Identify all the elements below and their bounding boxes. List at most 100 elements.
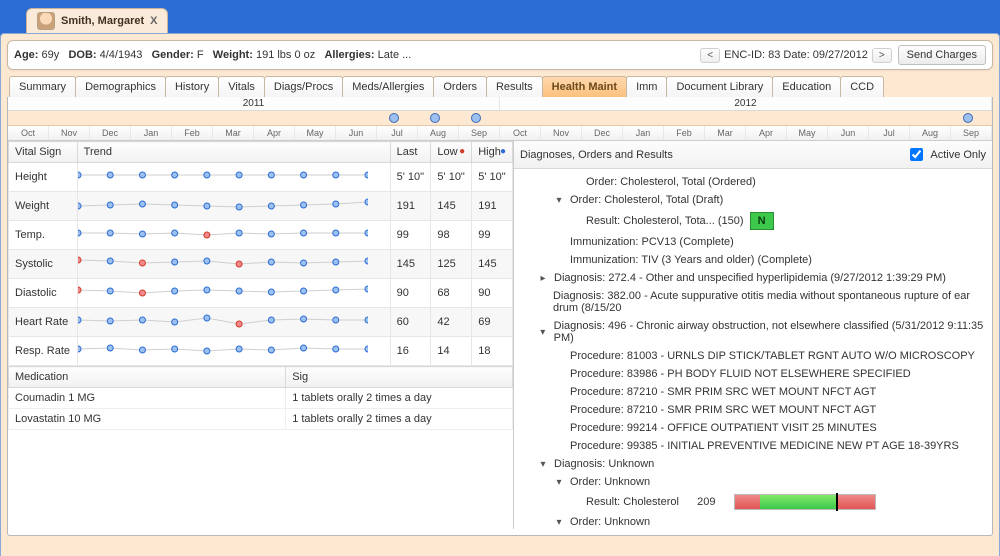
timeline-month[interactable]: Sep (951, 126, 992, 140)
timeline-month[interactable]: Sep (459, 126, 500, 140)
tab-ccd[interactable]: CCD (840, 76, 884, 97)
tab-document-library[interactable]: Document Library (666, 76, 773, 97)
result-gauge (734, 494, 876, 510)
timeline-month[interactable]: Nov (49, 126, 90, 140)
timeline-month[interactable]: May (295, 126, 336, 140)
timeline-month[interactable]: Jan (131, 126, 172, 140)
dor-item[interactable]: ▾Diagnosis: Unknown (520, 455, 990, 473)
timeline-month[interactable]: Jul (869, 126, 910, 140)
sort-icon: ● (459, 146, 465, 157)
dor-item[interactable]: ▸Diagnosis: 272.4 - Other and unspecifie… (520, 269, 990, 287)
timeline-month[interactable]: Apr (746, 126, 787, 140)
send-charges-button[interactable]: Send Charges (898, 45, 986, 65)
encounter-next-button[interactable]: > (872, 48, 892, 63)
meds-col-sig[interactable]: Sig (286, 367, 513, 388)
timeline-month[interactable]: Oct (8, 126, 49, 140)
expand-icon[interactable]: ▾ (554, 477, 564, 488)
vitals-row[interactable]: Height5' 10"5' 10"5' 10" (9, 163, 513, 192)
tab-imm[interactable]: Imm (626, 76, 667, 97)
expand-icon[interactable]: ▾ (538, 327, 548, 338)
vitals-row[interactable]: Diastolic906890 (9, 279, 513, 308)
dor-item[interactable]: ▾Order: Cholesterol, Total (Draft) (520, 191, 990, 209)
timeline-event-dot[interactable] (389, 113, 399, 123)
vitals-col-last[interactable]: Last (390, 142, 431, 163)
dor-item[interactable]: Procedure: 99214 - OFFICE OUTPATIENT VIS… (520, 419, 990, 437)
medication-row[interactable]: Coumadin 1 MG1 tablets orally 2 times a … (9, 388, 513, 409)
vitals-col-sign[interactable]: Vital Sign (9, 142, 78, 163)
meds-col-medication[interactable]: Medication (9, 367, 286, 388)
timeline-month[interactable]: Dec (582, 126, 623, 140)
dor-item[interactable]: ▾Diagnosis: 496 - Chronic airway obstruc… (520, 317, 990, 347)
patient-name: Smith, Margaret (61, 15, 144, 27)
vitals-table: Vital Sign Trend Last Low● High● Height5… (8, 141, 513, 366)
encounter-label: ENC-ID: 83 Date: 09/27/2012 (724, 49, 868, 61)
dor-item[interactable]: Diagnosis: 382.00 - Acute suppurative ot… (520, 287, 990, 317)
vitals-row[interactable]: Temp.999899 (9, 221, 513, 250)
tab-history[interactable]: History (165, 76, 219, 97)
dor-panel-header: Diagnoses, Orders and Results Active Onl… (514, 141, 992, 169)
tab-summary[interactable]: Summary (9, 76, 76, 97)
demographics-bar: Age: 69y DOB: 4/4/1943 Gender: F Weight:… (7, 40, 993, 70)
tab-vitals[interactable]: Vitals (218, 76, 265, 97)
vitals-col-low[interactable]: Low● (431, 142, 472, 163)
vitals-row[interactable]: Weight191145191 (9, 192, 513, 221)
timeline-month[interactable]: Dec (90, 126, 131, 140)
close-tab-icon[interactable]: X (150, 15, 157, 27)
medication-row[interactable]: Lovastatin 10 MG1 tablets orally 2 times… (9, 409, 513, 430)
timeline-event-dot[interactable] (963, 113, 973, 123)
tab-meds-allergies[interactable]: Meds/Allergies (342, 76, 434, 97)
dor-item[interactable]: Procedure: 87210 - SMR PRIM SRC WET MOUN… (520, 401, 990, 419)
timeline-month[interactable]: Apr (254, 126, 295, 140)
main-tabbar: SummaryDemographicsHistoryVitalsDiags/Pr… (9, 76, 993, 97)
expand-icon[interactable]: ▾ (554, 195, 564, 206)
vitals-col-trend[interactable]: Trend (77, 142, 390, 163)
dor-item[interactable]: Result: Cholesterol 209 (520, 491, 990, 513)
timeline-month[interactable]: Jan (623, 126, 664, 140)
dor-item[interactable]: Procedure: 87210 - SMR PRIM SRC WET MOUN… (520, 383, 990, 401)
dor-item[interactable]: Immunization: TIV (3 Years and older) (C… (520, 251, 990, 269)
tab-diags-procs[interactable]: Diags/Procs (264, 76, 343, 97)
timeline-month[interactable]: Oct (500, 126, 541, 140)
dor-title: Diagnoses, Orders and Results (520, 149, 673, 161)
timeline-month[interactable]: May (787, 126, 828, 140)
vitals-row[interactable]: Resp. Rate161418 (9, 337, 513, 366)
vitals-col-high[interactable]: High● (472, 142, 513, 163)
timeline-event-dot[interactable] (430, 113, 440, 123)
dor-item[interactable]: Procedure: 83986 - PH BODY FLUID NOT ELS… (520, 365, 990, 383)
timeline-month[interactable]: Nov (541, 126, 582, 140)
expand-icon[interactable]: ▾ (538, 459, 548, 470)
timeline-month[interactable]: Jun (336, 126, 377, 140)
expand-icon[interactable]: ▸ (538, 273, 548, 284)
timeline-month[interactable]: Jul (377, 126, 418, 140)
dor-item[interactable]: Procedure: 99385 - INITIAL PREVENTIVE ME… (520, 437, 990, 455)
normal-badge: N (750, 212, 774, 230)
timeline-month[interactable]: Feb (172, 126, 213, 140)
tab-demographics[interactable]: Demographics (75, 76, 166, 97)
timeline[interactable]: 20112012 OctNovDecJanFebMarAprMayJunJulA… (8, 97, 992, 141)
dor-tree: Order: Cholesterol, Total (Ordered)▾Orde… (514, 169, 992, 529)
dor-item[interactable]: Immunization: PCV13 (Complete) (520, 233, 990, 251)
timeline-month[interactable]: Aug (910, 126, 951, 140)
timeline-month[interactable]: Aug (418, 126, 459, 140)
vitals-row[interactable]: Systolic145125145 (9, 250, 513, 279)
timeline-month[interactable]: Feb (664, 126, 705, 140)
active-only-checkbox[interactable]: Active Only (906, 145, 986, 164)
tab-education[interactable]: Education (772, 76, 841, 97)
tab-results[interactable]: Results (486, 76, 543, 97)
timeline-month[interactable]: Jun (828, 126, 869, 140)
patient-tab[interactable]: Smith, Margaret X (26, 8, 168, 33)
tab-health-maint[interactable]: Health Maint (542, 76, 627, 97)
dor-item[interactable]: Result: Cholesterol, Tota... (150)N (520, 209, 990, 233)
timeline-month[interactable]: Mar (705, 126, 746, 140)
dor-item[interactable]: Order: Cholesterol, Total (Ordered) (520, 173, 990, 191)
expand-icon[interactable]: ▾ (554, 517, 564, 528)
vitals-row[interactable]: Heart Rate604269 (9, 308, 513, 337)
timeline-event-dot[interactable] (471, 113, 481, 123)
tab-orders[interactable]: Orders (433, 76, 487, 97)
dor-item[interactable]: ▾Order: Unknown (520, 473, 990, 491)
sort-icon: ● (500, 146, 506, 157)
encounter-prev-button[interactable]: < (700, 48, 720, 63)
dor-item[interactable]: Procedure: 81003 - URNLS DIP STICK/TABLE… (520, 347, 990, 365)
dor-item[interactable]: ▾Order: Unknown (520, 513, 990, 529)
timeline-month[interactable]: Mar (213, 126, 254, 140)
